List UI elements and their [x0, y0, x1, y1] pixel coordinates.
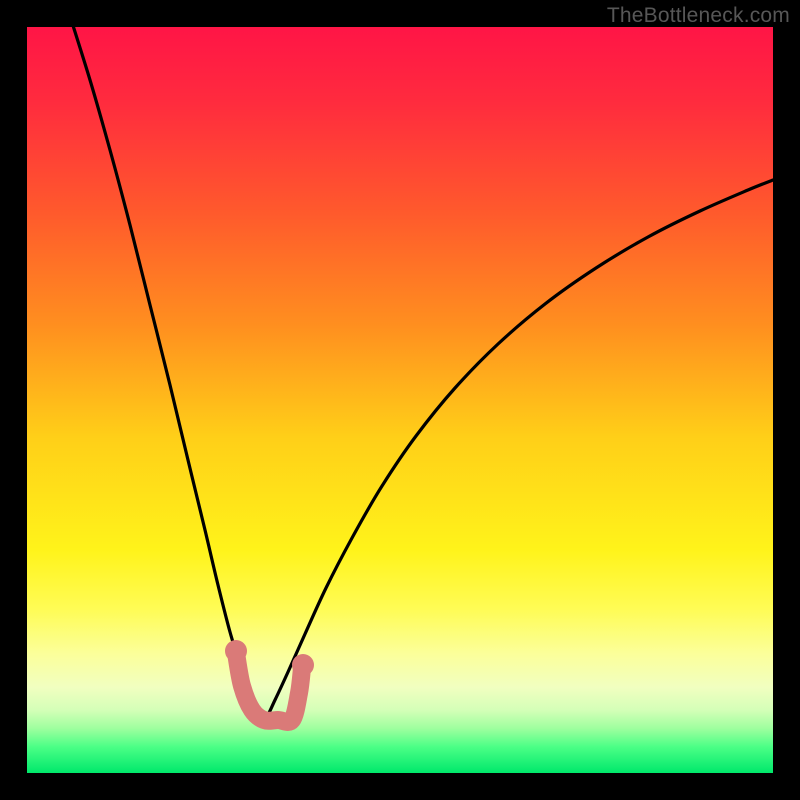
- watermark-text: TheBottleneck.com: [607, 4, 790, 28]
- gradient-background: [27, 27, 773, 773]
- bottleneck-chart: [0, 0, 800, 800]
- chart-frame: TheBottleneck.com: [0, 0, 800, 800]
